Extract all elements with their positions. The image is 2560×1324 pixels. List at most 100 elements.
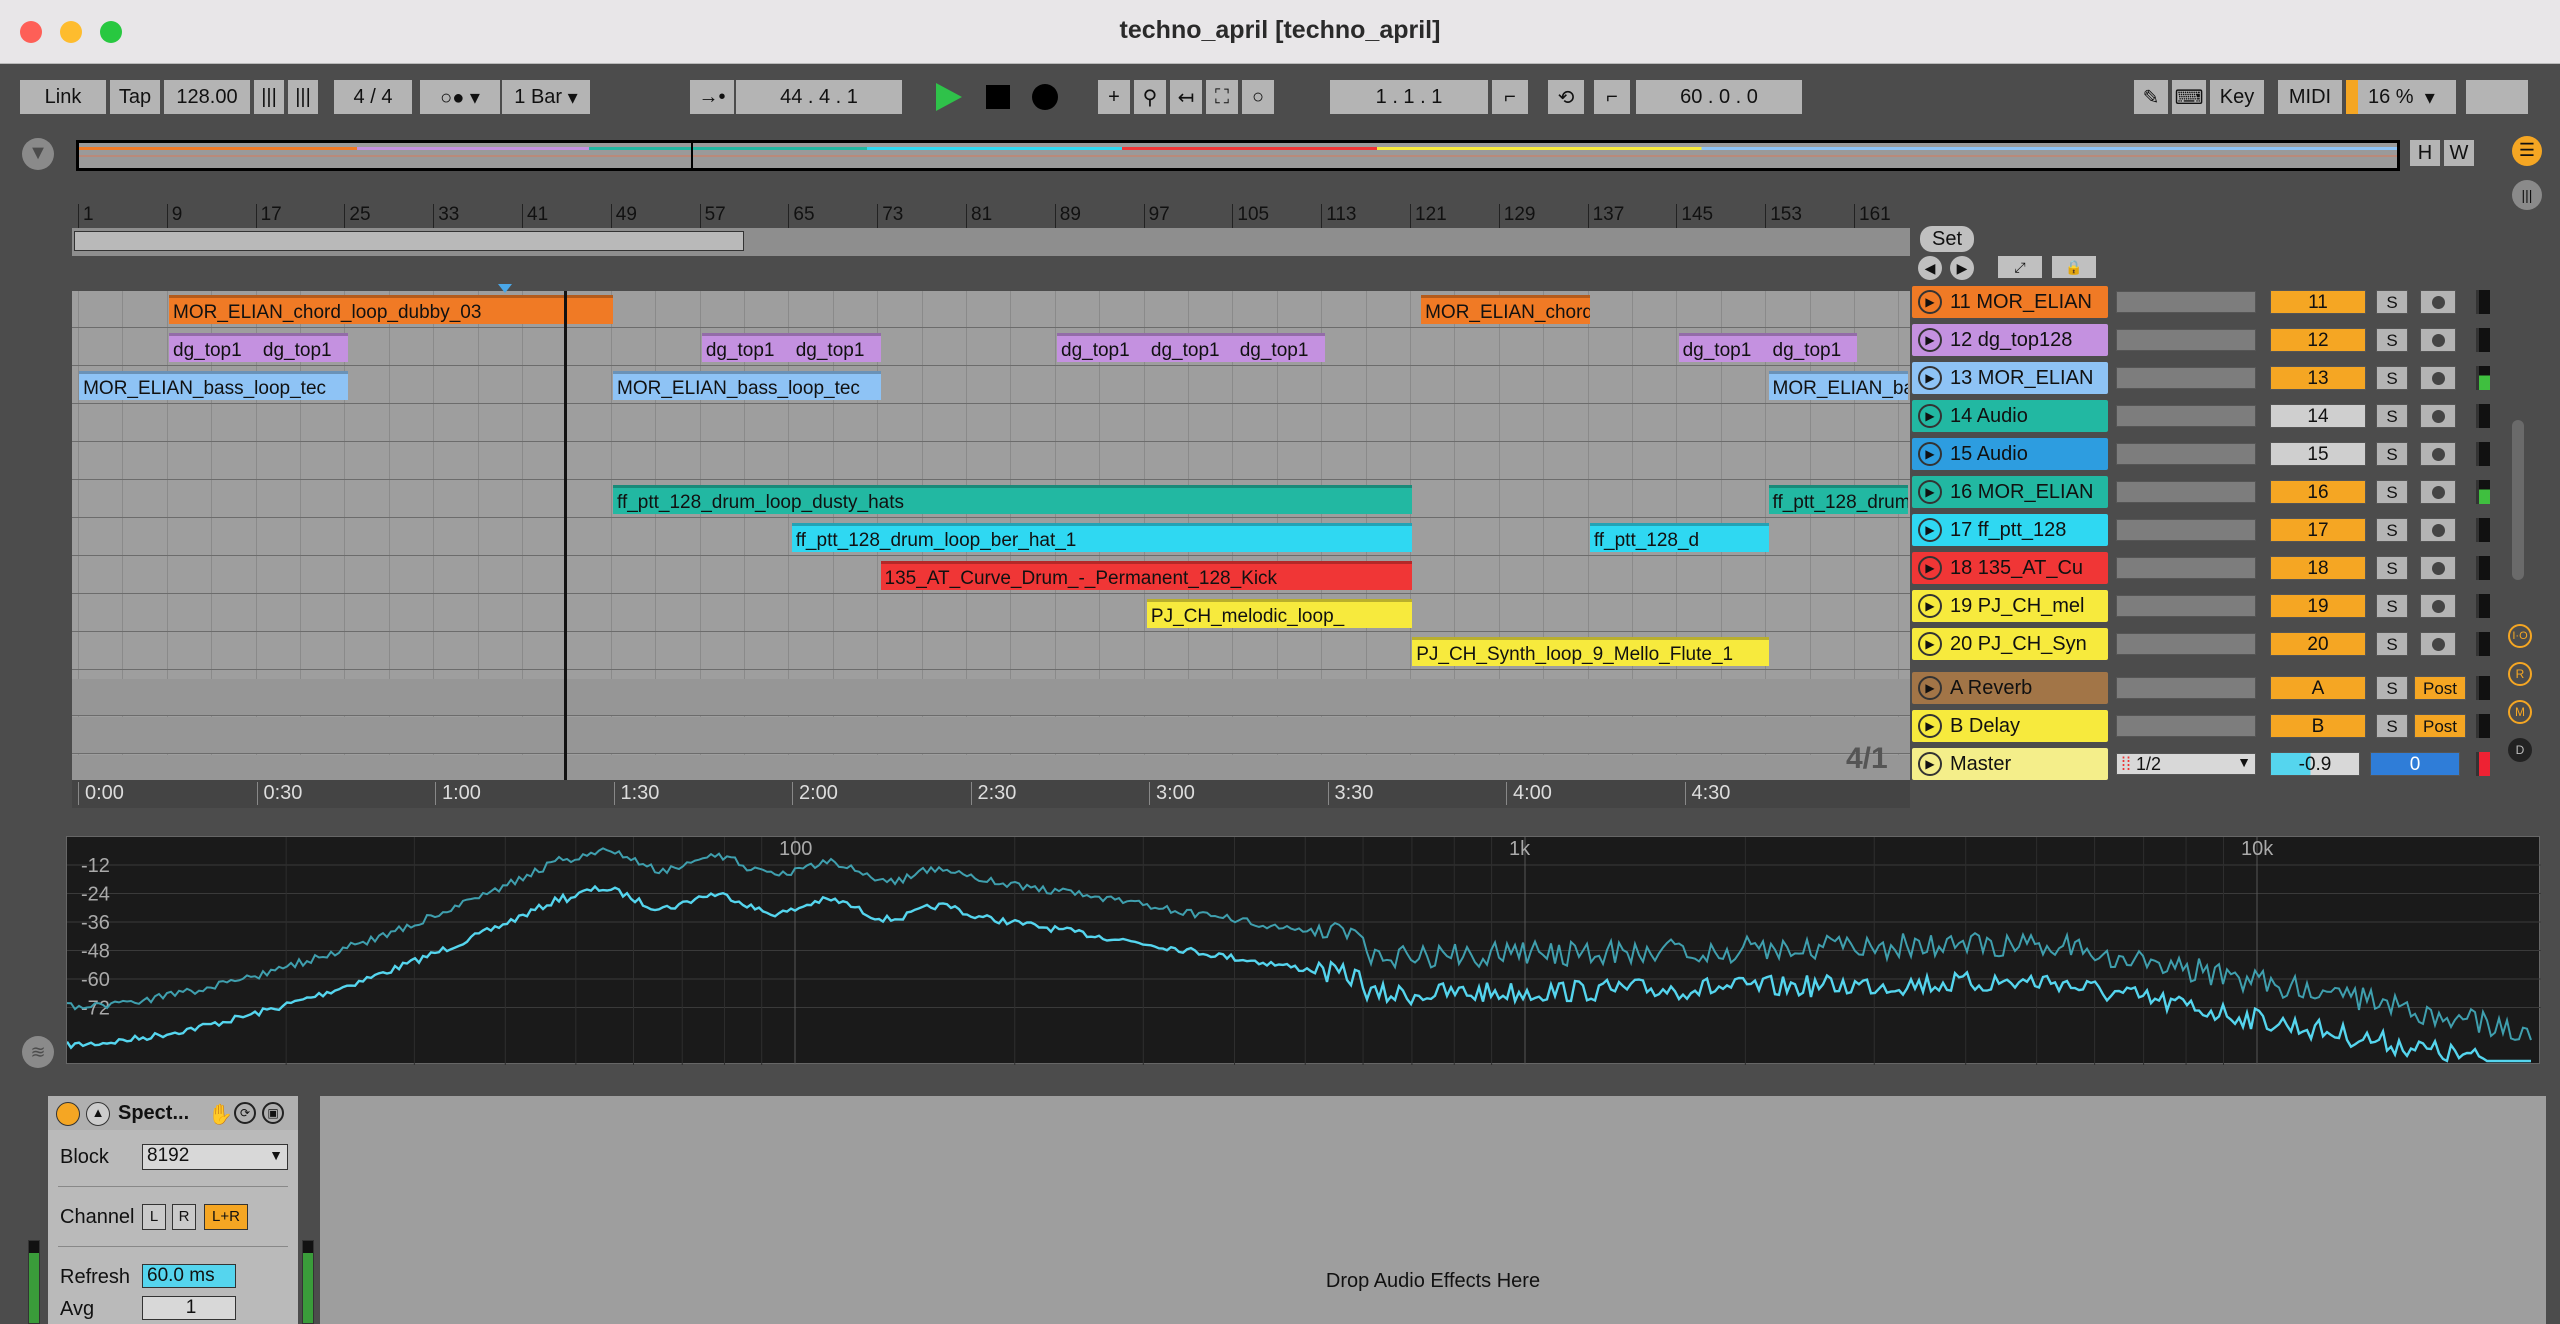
punch-in-icon[interactable]: ⌐ xyxy=(1492,80,1528,114)
session-view-icon[interactable]: ||| xyxy=(2512,180,2542,210)
master-volume[interactable]: -0.9 xyxy=(2270,752,2360,776)
arrangement-clip[interactable]: dg_top1 xyxy=(1235,333,1325,362)
track-activator-button[interactable]: B xyxy=(2270,714,2366,738)
record-icon[interactable] xyxy=(1032,84,1058,110)
loop-brace-strip[interactable] xyxy=(72,228,1910,256)
arm-button[interactable] xyxy=(2420,404,2456,428)
arm-button[interactable] xyxy=(2420,290,2456,314)
track-activator-icon[interactable]: ▶ xyxy=(1918,556,1942,580)
avg-field[interactable]: 1 xyxy=(142,1296,236,1320)
track-activator-icon[interactable]: ▶ xyxy=(1918,480,1942,504)
channel-r-button[interactable]: R xyxy=(172,1204,196,1230)
play-icon[interactable] xyxy=(936,83,962,111)
time-signature-field[interactable]: 4 / 4 xyxy=(334,80,412,114)
track-header[interactable]: ▶ 13 MOR_ELIAN xyxy=(1912,362,2108,394)
track-activator-icon[interactable]: ▶ xyxy=(1918,752,1942,776)
return-header[interactable]: ▶ A Reverb xyxy=(1912,672,2108,704)
track-io-slot[interactable] xyxy=(2116,367,2256,389)
solo-button[interactable]: S xyxy=(2376,556,2408,580)
refresh-field[interactable]: 60.0 ms xyxy=(142,1264,236,1288)
track-activator-icon[interactable]: ▶ xyxy=(1918,518,1942,542)
track-header[interactable]: ▶ 19 PJ_CH_mel xyxy=(1912,590,2108,622)
add-icon[interactable]: + xyxy=(1098,80,1130,114)
solo-button[interactable]: S xyxy=(2376,404,2408,428)
arrangement-clip[interactable]: PJ_CH_melodic_loop_ xyxy=(1146,599,1413,628)
track-activator-button[interactable]: 11 xyxy=(2270,290,2366,314)
channel-l-button[interactable]: L xyxy=(142,1204,166,1230)
track-lane[interactable] xyxy=(72,679,1910,716)
track-io-slot[interactable] xyxy=(2116,557,2256,579)
arm-button[interactable] xyxy=(2420,480,2456,504)
track-header[interactable]: ▶ 15 Audio xyxy=(1912,438,2108,470)
solo-button[interactable]: S xyxy=(2376,632,2408,656)
solo-button[interactable]: S xyxy=(2376,714,2408,738)
track-header[interactable]: ▶ 12 dg_top128 xyxy=(1912,324,2108,356)
arrangement-clip[interactable]: dg_top1 xyxy=(1057,333,1147,362)
track-lane[interactable] xyxy=(72,755,1910,780)
computer-midi-keyboard-icon[interactable]: ⌨ xyxy=(2172,80,2206,114)
track-lane[interactable] xyxy=(72,405,1910,442)
arrangement-clip[interactable]: ff_ptt_128_drum_loop_dusty_hats xyxy=(613,485,1413,514)
arm-button[interactable] xyxy=(2420,556,2456,580)
midi-map-button[interactable]: MIDI xyxy=(2278,80,2342,114)
lock-icon[interactable]: 🔒 xyxy=(2052,256,2096,278)
arm-button[interactable] xyxy=(2420,328,2456,352)
overview-h-button[interactable]: H xyxy=(2410,140,2440,166)
track-io-slot[interactable] xyxy=(2116,329,2256,351)
arrangement-clip[interactable]: dg_top1 xyxy=(258,333,348,362)
track-lane[interactable] xyxy=(72,717,1910,754)
track-activator-icon[interactable]: ▶ xyxy=(1918,328,1942,352)
expand-icon[interactable]: ⤢ xyxy=(1998,256,2042,278)
device-on-icon[interactable] xyxy=(56,1102,80,1126)
arrangement-clip[interactable]: MOR_ELIAN_chord_loop_dubby_03 xyxy=(169,295,614,324)
link-button[interactable]: Link xyxy=(20,80,106,114)
stop-icon[interactable] xyxy=(986,85,1010,109)
arm-button[interactable] xyxy=(2420,594,2456,618)
return-header[interactable]: ▶ B Delay xyxy=(1912,710,2108,742)
back-to-arrangement-icon[interactable]: ↤ xyxy=(1170,80,1202,114)
track-header[interactable]: ▶ 11 MOR_ELIAN xyxy=(1912,286,2108,318)
arrangement-clip[interactable]: ff_ptt_128_d xyxy=(1589,523,1769,552)
arrangement-clip[interactable]: dg_top1 xyxy=(791,333,881,362)
device-drop-area[interactable]: Drop Audio Effects Here xyxy=(320,1096,2546,1324)
solo-button[interactable]: S xyxy=(2376,480,2408,504)
track-lane[interactable] xyxy=(72,595,1910,632)
loop-length-field[interactable]: 60 . 0 . 0 xyxy=(1636,80,1802,114)
track-lane[interactable] xyxy=(72,443,1910,480)
cue-out-dropdown[interactable]: ⁞⁞ 1/2 ▼ xyxy=(2116,753,2256,775)
browser-toggle-icon[interactable]: ▼ xyxy=(22,138,54,170)
returns-toggle-icon[interactable]: R xyxy=(2508,662,2532,686)
channel-lr-button[interactable]: L+R xyxy=(204,1204,248,1230)
device-save-icon[interactable]: ▣ xyxy=(262,1102,284,1124)
arrangement-clip[interactable]: dg_top1 xyxy=(169,333,259,362)
tap-button[interactable]: Tap xyxy=(110,80,160,114)
nudge-up-icon[interactable]: ||| xyxy=(288,80,318,114)
automation-arm-icon[interactable]: ⚲ xyxy=(1134,80,1166,114)
track-io-slot[interactable] xyxy=(2116,715,2256,737)
track-activator-button[interactable]: 16 xyxy=(2270,480,2366,504)
mixer-toggle-icon[interactable]: M xyxy=(2508,700,2532,724)
device-refresh-icon[interactable]: ⟳ xyxy=(234,1102,256,1124)
track-activator-button[interactable]: 13 xyxy=(2270,366,2366,390)
block-dropdown[interactable]: 8192 ▼ xyxy=(142,1144,288,1170)
arrangement-view[interactable]: MOR_ELIAN_chord_loop_dubby_03 MOR_ELIAN_c… xyxy=(72,291,1910,780)
track-activator-icon[interactable]: ▶ xyxy=(1918,290,1942,314)
track-io-slot[interactable] xyxy=(2116,443,2256,465)
track-activator-icon[interactable]: ▶ xyxy=(1918,676,1942,700)
session-record-icon[interactable]: ○ xyxy=(1242,80,1274,114)
pre-post-button[interactable]: Post xyxy=(2414,714,2466,738)
device-fold-icon[interactable]: ▲ xyxy=(86,1102,110,1126)
track-header[interactable]: ▶ 17 ff_ptt_128 xyxy=(1912,514,2108,546)
track-activator-button[interactable]: 19 xyxy=(2270,594,2366,618)
master-pan[interactable]: 0 xyxy=(2370,752,2460,776)
track-activator-button[interactable]: 17 xyxy=(2270,518,2366,542)
track-activator-button[interactable]: 12 xyxy=(2270,328,2366,352)
arrangement-clip[interactable]: ff_ptt_128_drum_ xyxy=(1768,485,1908,514)
arrangement-clip[interactable]: MOR_ELIAN_bass xyxy=(1768,371,1908,400)
track-io-slot[interactable] xyxy=(2116,633,2256,655)
overview-w-button[interactable]: W xyxy=(2444,140,2474,166)
track-header[interactable]: ▶ 14 Audio xyxy=(1912,400,2108,432)
solo-button[interactable]: S xyxy=(2376,676,2408,700)
solo-button[interactable]: S xyxy=(2376,442,2408,466)
vertical-scrollbar[interactable] xyxy=(2512,420,2524,580)
